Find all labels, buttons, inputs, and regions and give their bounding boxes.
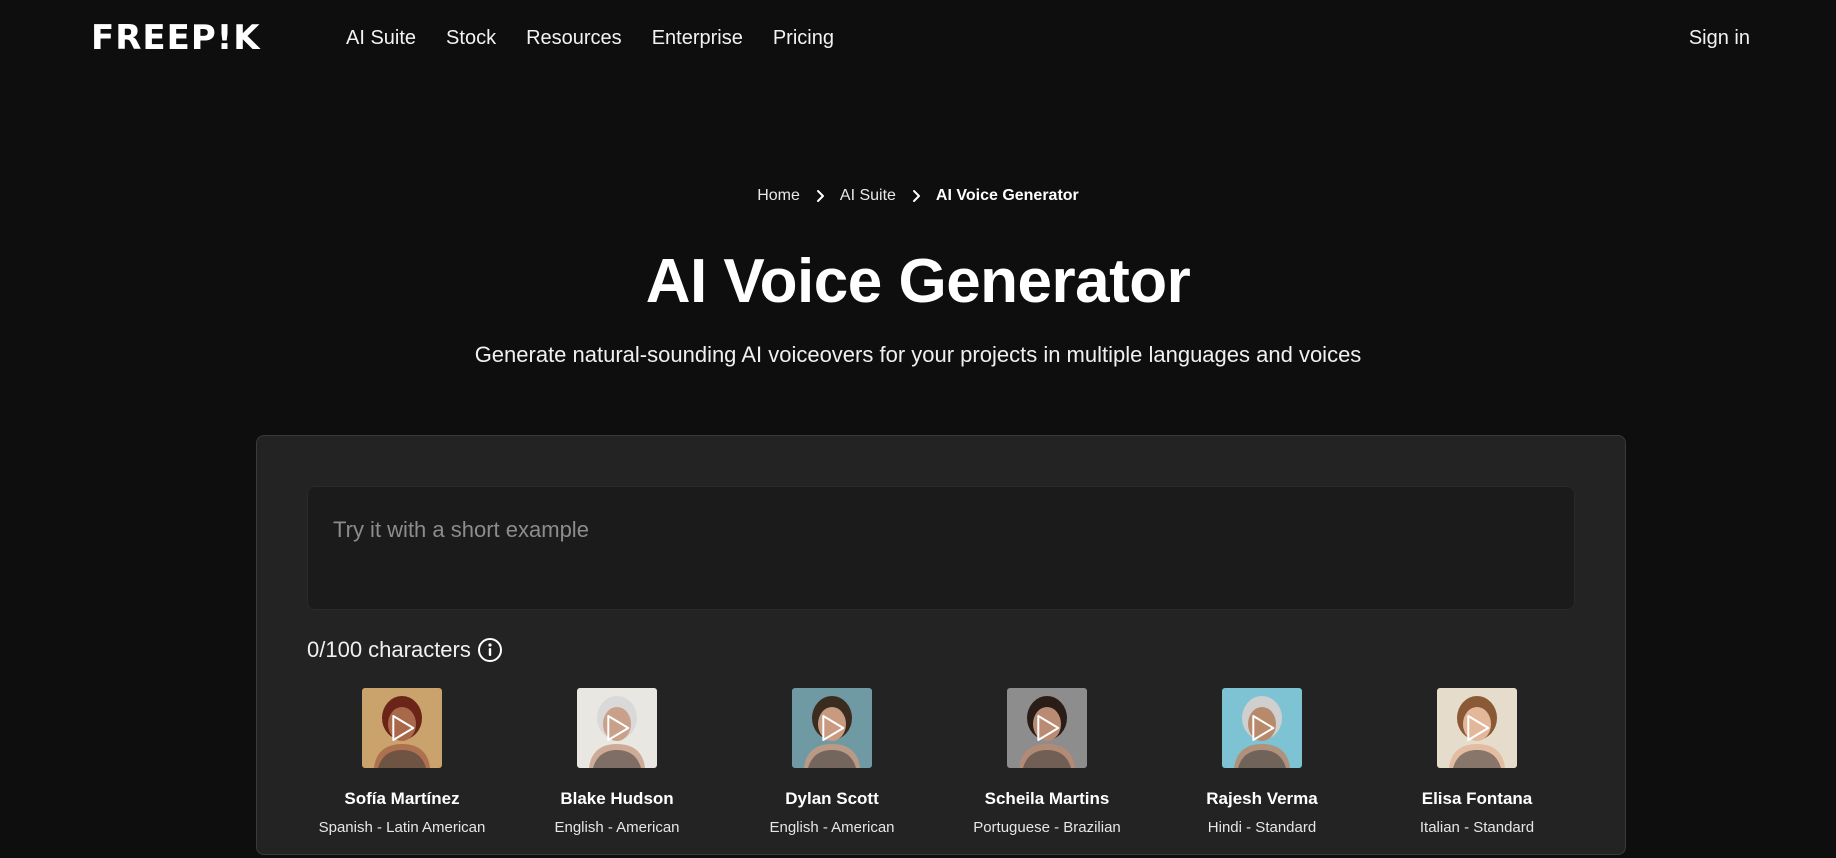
voice-card[interactable]: Rajesh Verma Hindi - Standard: [1152, 688, 1372, 838]
breadcrumb-home[interactable]: Home: [757, 185, 800, 207]
nav-enterprise[interactable]: Enterprise: [652, 24, 743, 52]
breadcrumb-ai-suite[interactable]: AI Suite: [840, 185, 896, 207]
breadcrumb: Home AI Suite AI Voice Generator: [0, 185, 1836, 207]
voice-name: Scheila Martins: [984, 789, 1110, 808]
breadcrumb-current: AI Voice Generator: [935, 187, 1079, 204]
play-icon[interactable]: [1250, 714, 1276, 742]
character-count-text: 0/100 characters: [307, 637, 471, 662]
voice-card[interactable]: Blake Hudson English - American: [507, 688, 727, 838]
nav-stock[interactable]: Stock: [446, 24, 496, 52]
play-icon[interactable]: [820, 714, 846, 742]
voice-language: Portuguese - Brazilian: [973, 819, 1121, 836]
voice-avatar[interactable]: [1437, 688, 1517, 768]
voice-name: Elisa Fontana: [1421, 789, 1533, 808]
sign-in-link[interactable]: Sign in: [1689, 24, 1750, 52]
voice-avatar[interactable]: [792, 688, 872, 768]
voice-avatar[interactable]: [577, 688, 657, 768]
voice-name: Dylan Scott: [785, 789, 879, 808]
info-icon[interactable]: [477, 637, 503, 663]
voice-card[interactable]: Scheila Martins Portuguese - Brazilian: [937, 688, 1157, 838]
nav-pricing[interactable]: Pricing: [773, 24, 834, 52]
play-icon[interactable]: [390, 714, 416, 742]
voice-card[interactable]: Sofía Martínez Spanish - Latin American: [292, 688, 512, 838]
top-navigation: FREEP!K AI Suite Stock Resources Enterpr…: [0, 0, 1836, 78]
page-title: AI Voice Generator: [645, 247, 1191, 316]
voice-language: English - American: [554, 819, 680, 836]
voice-avatar[interactable]: [362, 688, 442, 768]
play-icon[interactable]: [1035, 714, 1061, 742]
character-counter: 0/100 characters: [307, 634, 503, 666]
nav-resources[interactable]: Resources: [526, 24, 622, 52]
voice-language: English - American: [769, 819, 895, 836]
play-icon[interactable]: [1465, 714, 1491, 742]
page-subtitle: Generate natural-sounding AI voiceovers …: [474, 342, 1362, 367]
chevron-right-icon: [816, 190, 824, 202]
play-icon[interactable]: [605, 714, 631, 742]
voice-generator-panel: 0/100 characters Sofía Martínez Spanish -…: [256, 435, 1626, 855]
text-input[interactable]: [307, 486, 1575, 610]
freepik-logo[interactable]: FREEP!K: [91, 20, 261, 56]
chevron-right-icon: [912, 190, 920, 202]
voice-language: Spanish - Latin American: [318, 819, 486, 836]
voice-language: Italian - Standard: [1419, 819, 1535, 836]
voice-avatar[interactable]: [1222, 688, 1302, 768]
voice-card[interactable]: Elisa Fontana Italian - Standard: [1367, 688, 1587, 838]
voice-card[interactable]: Dylan Scott English - American: [722, 688, 942, 838]
voice-name: Blake Hudson: [560, 789, 674, 808]
voice-avatar[interactable]: [1007, 688, 1087, 768]
voice-name: Sofía Martínez: [344, 789, 460, 808]
nav-ai-suite[interactable]: AI Suite: [346, 24, 416, 52]
voice-language: Hindi - Standard: [1207, 819, 1317, 836]
voice-name: Rajesh Verma: [1206, 789, 1318, 808]
main-nav: AI Suite Stock Resources Enterprise Pric…: [346, 24, 864, 52]
